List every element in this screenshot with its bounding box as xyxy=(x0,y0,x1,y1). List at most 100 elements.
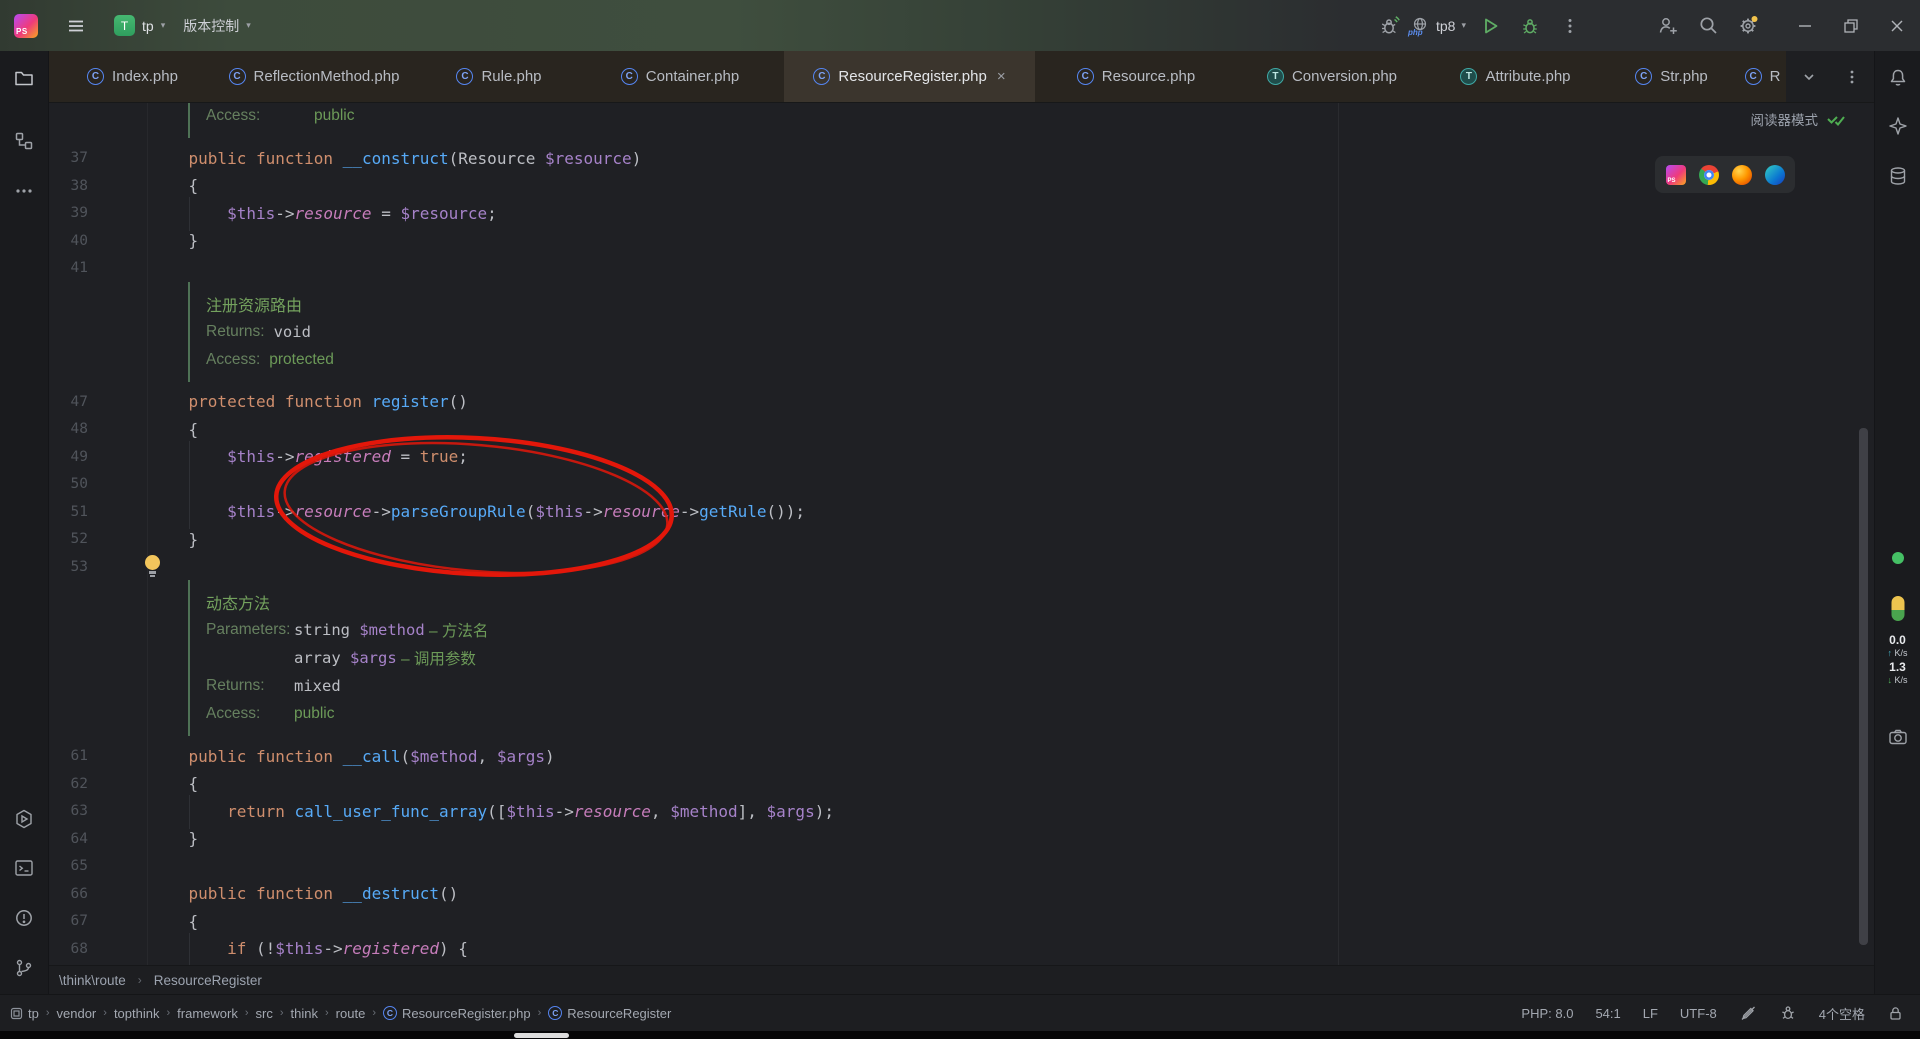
problems-tool-button[interactable] xyxy=(13,907,35,929)
run-config-selector[interactable]: php tp8 ▾ xyxy=(1410,16,1466,36)
caret-position-widget[interactable]: 54:1 xyxy=(1595,1006,1620,1021)
vcs-menu[interactable]: 版本控制 ▾ xyxy=(183,16,251,36)
code-editor[interactable]: Access:public 37 public function __constr… xyxy=(49,103,1874,965)
editor-scrollbar[interactable] xyxy=(1859,428,1868,945)
code-line[interactable]: 48 { xyxy=(49,415,1874,443)
tab-Rule.php[interactable]: CRule.php xyxy=(422,51,576,102)
search-everywhere-button[interactable] xyxy=(1688,0,1728,51)
tab-Str.php[interactable]: CStr.php xyxy=(1604,51,1739,102)
code-line[interactable]: 62 { xyxy=(49,770,1874,798)
intention-bulb-icon[interactable] xyxy=(143,555,161,579)
status-path-ResourceRegister[interactable]: CResourceRegister xyxy=(548,1006,671,1021)
highlighting-pencil-icon[interactable] xyxy=(1739,1004,1757,1022)
code-line[interactable]: 53 xyxy=(49,553,1874,581)
tab-close-icon[interactable]: × xyxy=(997,68,1006,85)
doc-comment: Access:public xyxy=(188,103,355,138)
code-line[interactable]: 63 return call_user_func_array([$this->r… xyxy=(49,797,1874,825)
code-line[interactable]: 52 } xyxy=(49,525,1874,553)
ide-window: PS T tp ▾ 版本控制 ▾ xyxy=(0,0,1920,1039)
tab-R[interactable]: CR xyxy=(1739,51,1786,102)
notification-dot xyxy=(1751,16,1757,22)
code-line[interactable]: 49 $this->registered = true; xyxy=(49,443,1874,471)
run-button[interactable] xyxy=(1470,0,1510,51)
code-line[interactable]: 61 public function __call($method, $args… xyxy=(49,742,1874,770)
tab-Resource.php[interactable]: CResource.php xyxy=(1035,51,1237,102)
profiler-bug-icon[interactable] xyxy=(1779,1004,1797,1022)
code-line[interactable]: 65 xyxy=(49,852,1874,880)
services-tool-button[interactable] xyxy=(13,808,35,830)
code-line[interactable]: 68 if (!$this->registered) { xyxy=(49,935,1874,963)
code-line[interactable]: 41 xyxy=(49,254,1874,282)
arrow-down-icon: ↓ xyxy=(1887,675,1892,685)
code-line[interactable]: 39 $this->resource = $resource; xyxy=(49,199,1874,227)
tab-ResourceRegister.php[interactable]: CResourceRegister.php× xyxy=(784,51,1035,102)
notifications-button[interactable] xyxy=(1887,67,1909,89)
tab-Conversion.php[interactable]: TConversion.php xyxy=(1237,51,1427,102)
status-path-route[interactable]: route xyxy=(336,1006,366,1021)
status-path-topthink[interactable]: topthink xyxy=(114,1006,160,1021)
php-version-widget[interactable]: PHP: 8.0 xyxy=(1521,1006,1573,1021)
debug-button[interactable] xyxy=(1510,0,1550,51)
status-path-vendor[interactable]: vendor xyxy=(57,1006,97,1021)
reader-mode-toggle[interactable]: 阅读器模式 xyxy=(1751,109,1847,129)
encoding-widget[interactable]: UTF-8 xyxy=(1680,1006,1717,1021)
code-line[interactable]: 64 } xyxy=(49,825,1874,853)
structure-tool-button[interactable] xyxy=(13,130,35,152)
code-line[interactable]: 47 protected function register() xyxy=(49,388,1874,416)
ai-assistant-button[interactable] xyxy=(1887,115,1909,137)
sparkle-icon xyxy=(1887,115,1909,137)
screenshot-button[interactable] xyxy=(1887,726,1909,748)
double-check-icon xyxy=(1826,111,1846,127)
firefox-icon[interactable] xyxy=(1732,165,1752,185)
edge-icon[interactable] xyxy=(1765,165,1785,185)
chrome-icon[interactable] xyxy=(1699,165,1719,185)
line-ending-widget[interactable]: LF xyxy=(1643,1006,1658,1021)
project-selector[interactable]: T tp ▾ xyxy=(114,15,165,36)
breadcrumb-package[interactable]: \think\route xyxy=(59,973,126,988)
tab-label: Attribute.php xyxy=(1485,68,1570,85)
code-line[interactable]: 51 $this->resource->parseGroupRule($this… xyxy=(49,498,1874,526)
tab-Attribute.php[interactable]: TAttribute.php xyxy=(1427,51,1604,102)
code-line[interactable]: 50 xyxy=(49,470,1874,498)
project-tool-button[interactable] xyxy=(13,67,35,89)
code-with-me-button[interactable] xyxy=(1648,0,1688,51)
main-menu-button[interactable] xyxy=(56,0,96,51)
status-path-src[interactable]: src xyxy=(256,1006,273,1021)
more-actions-button[interactable] xyxy=(1550,0,1590,51)
minimize-button[interactable] xyxy=(1782,0,1828,51)
indent-widget[interactable]: 4个空格 xyxy=(1819,1004,1865,1023)
code-line[interactable]: 38 { xyxy=(49,172,1874,200)
close-button[interactable] xyxy=(1874,0,1920,51)
code-line[interactable]: 67 { xyxy=(49,907,1874,935)
tab-list-chevron-icon[interactable] xyxy=(1800,68,1818,86)
status-path-think[interactable]: think xyxy=(291,1006,318,1021)
status-path-tp[interactable]: tp xyxy=(10,1006,39,1021)
tab-Container.php[interactable]: CContainer.php xyxy=(576,51,784,102)
vcs-menu-label: 版本控制 xyxy=(183,16,239,36)
more-tool-windows-button[interactable] xyxy=(13,180,35,202)
version-control-tool-button[interactable] xyxy=(13,957,35,979)
phpstorm-browser-icon[interactable]: PS xyxy=(1666,165,1686,185)
code-line[interactable]: 40 } xyxy=(49,227,1874,255)
line-number: 52 xyxy=(49,531,88,547)
database-button[interactable] xyxy=(1887,165,1909,187)
code-line[interactable]: 37 public function __construct(Resource … xyxy=(49,144,1874,172)
tab-label: ResourceRegister.php xyxy=(838,68,986,85)
class-icon: C xyxy=(1745,68,1762,85)
code-line[interactable]: 66 public function __destruct() xyxy=(49,880,1874,908)
terminal-tool-button[interactable] xyxy=(13,857,35,879)
breadcrumb-class[interactable]: ResourceRegister xyxy=(154,973,262,988)
maximize-button[interactable] xyxy=(1828,0,1874,51)
status-path-framework[interactable]: framework xyxy=(177,1006,238,1021)
settings-button[interactable] xyxy=(1728,0,1768,51)
code-text: } xyxy=(88,231,198,250)
tab-options-kebab-icon[interactable] xyxy=(1844,69,1860,85)
tab-Index.php[interactable]: CIndex.php xyxy=(59,51,206,102)
status-path-ResourceRegister.php[interactable]: CResourceRegister.php xyxy=(383,1006,531,1021)
doc-row: 动态方法 xyxy=(206,588,488,616)
lock-icon[interactable] xyxy=(1887,1005,1904,1022)
editor-tab-bar: CIndex.phpCReflectionMethod.phpCRule.php… xyxy=(49,51,1874,103)
listen-debug-button[interactable] xyxy=(1370,0,1410,51)
tab-ReflectionMethod.php[interactable]: CReflectionMethod.php xyxy=(206,51,422,102)
doc-label: Parameters: xyxy=(206,621,294,639)
